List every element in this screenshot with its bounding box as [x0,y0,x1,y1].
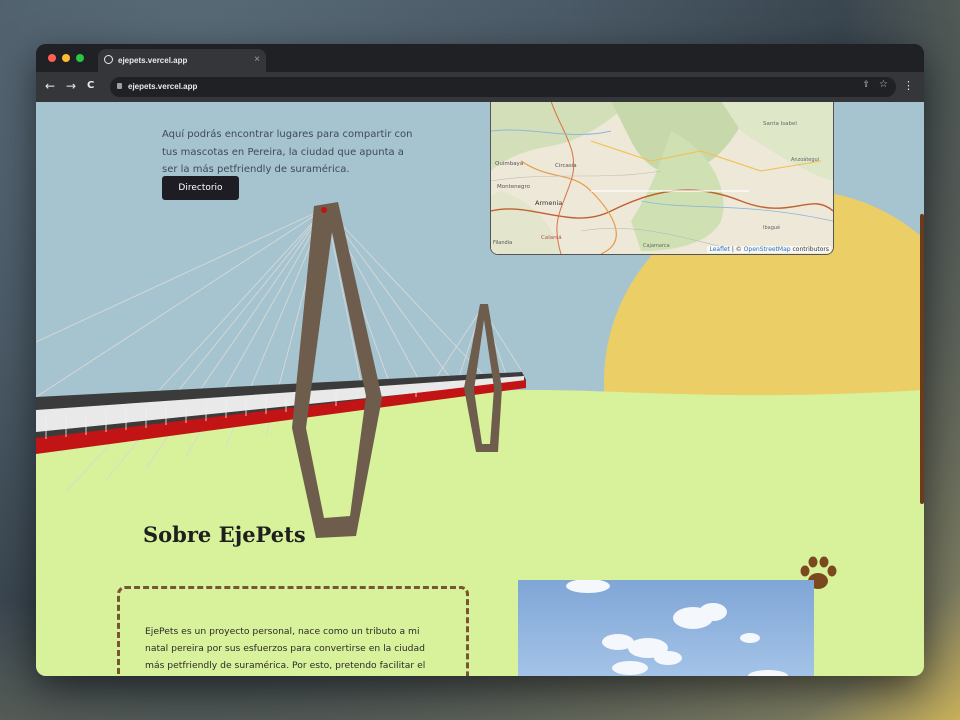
attribution-tail: contributors [790,246,830,253]
about-text: EjePets es un proyecto personal, nace co… [145,626,426,671]
map-place-label: Anzoátegui [791,156,819,163]
share-icon[interactable]: ⇪ [862,80,870,90]
map-place-label: Santa Isabel [763,121,797,127]
about-photo [518,580,814,676]
leaflet-link[interactable]: Leaflet [709,246,729,253]
sky-photo-image [518,580,814,676]
tab-bar: ejepets.vercel.app × [36,44,924,73]
minimize-window-button[interactable] [62,54,70,62]
reload-icon[interactable]: C [87,79,94,93]
site-favicon-icon [104,55,113,64]
lock-icon [117,83,122,89]
address-bar[interactable]: ejepets.vercel.app ⇪ ☆ [110,77,896,97]
map-place-label: Ibagué [763,224,780,231]
pereira-map[interactable]: Santa Isabel Quimbaya Circasia Montenegr… [490,102,834,255]
map-place-label: Quimbaya [495,161,523,167]
page-scrollbar[interactable] [920,214,924,504]
tab-title: ejepets.vercel.app [118,56,188,65]
map-attribution: Leaflet | © OpenStreetMap contributors [707,246,831,253]
map-place-label: Calarcá [541,234,562,241]
url-text[interactable]: ejepets.vercel.app [128,82,197,91]
map-place-label: Montenegro [497,184,531,190]
about-card: EjePets es un proyecto personal, nace co… [117,586,469,676]
browser-tab[interactable]: ejepets.vercel.app × [98,49,266,73]
back-arrow-icon[interactable]: ← [45,79,55,93]
page-viewport: Santa Isabel Quimbaya Circasia Montenegr… [36,102,924,676]
browser-toolbar: ← → C ejepets.vercel.app ⇪ ☆ ⋮ [36,72,924,102]
directorio-button[interactable]: Directorio [162,176,239,200]
browser-menu-icon[interactable]: ⋮ [903,79,914,92]
tab-close-icon[interactable]: × [254,54,260,65]
map-place-label: Cajamarca [643,243,670,249]
hero-description: Aquí podrás encontrar lugares para compa… [162,129,413,175]
map-place-label: Armenia [535,199,562,207]
map-tiles: Santa Isabel Quimbaya Circasia Montenegr… [491,102,833,254]
forward-arrow-icon[interactable]: → [66,79,76,93]
osm-link[interactable]: OpenStreetMap [744,246,791,253]
attribution-separator: | © [729,246,744,253]
browser-window: ejepets.vercel.app × ← → C ejepets.verce… [36,44,924,676]
map-place-label: Circasia [555,163,577,169]
maximize-window-button[interactable] [76,54,84,62]
bridge-main-pylon [292,202,382,538]
bridge-illustration [36,202,526,538]
bookmark-star-icon[interactable]: ☆ [879,79,888,90]
close-window-button[interactable] [48,54,56,62]
about-title: Sobre EjePets [143,522,306,547]
